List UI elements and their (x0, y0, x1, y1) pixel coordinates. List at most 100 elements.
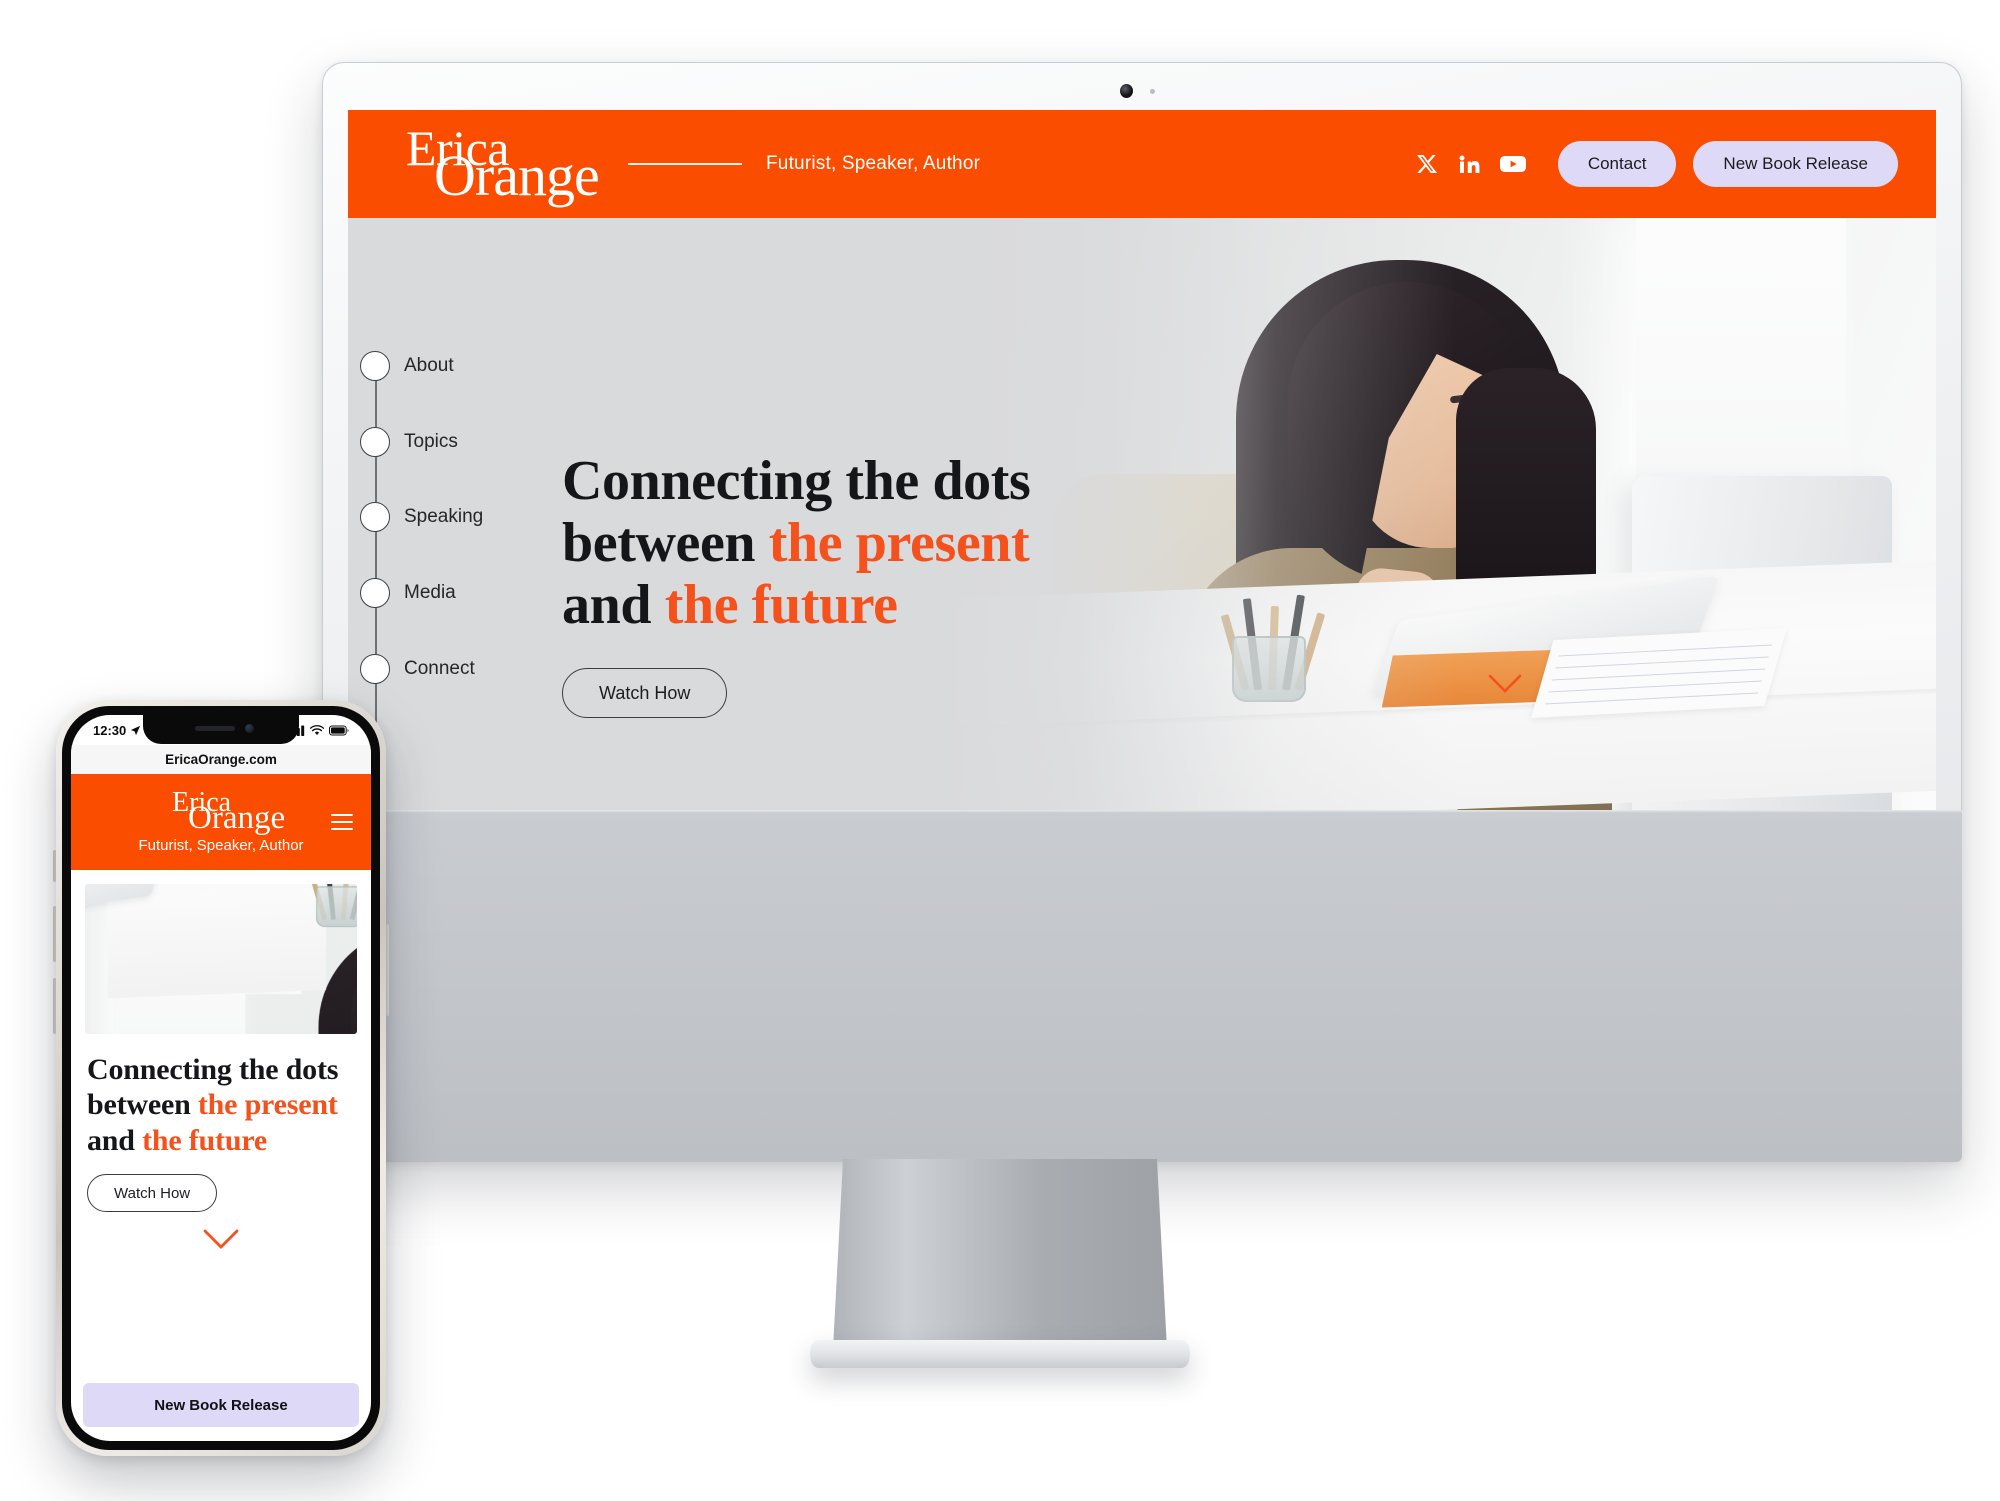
sidebar-item-media[interactable]: Media (360, 578, 456, 608)
photo-office-chair (1054, 474, 1374, 810)
contact-button[interactable]: Contact (1557, 141, 1677, 187)
site-logo[interactable]: Erica Orange (406, 123, 606, 208)
wifi-icon (310, 724, 324, 735)
sidebar-item-connect[interactable]: Connect (360, 654, 475, 684)
photo-pen (1282, 594, 1305, 691)
nav-label: Topics (404, 431, 458, 452)
mobile-page-title: Connecting the dots between the present … (87, 1052, 355, 1158)
photo-pencil-cup (1232, 636, 1306, 702)
photo-scene-mobile (85, 884, 357, 1034)
headline-line1: Connecting the dots (87, 1053, 339, 1086)
monitor-top-bezel (322, 62, 1962, 110)
photo-pencil-cup (316, 886, 357, 928)
hamburger-menu-icon[interactable] (331, 814, 353, 830)
desktop-monitor-mockup: Erica Orange Futurist, Speaker, Author C… (322, 62, 1962, 1162)
desktop-screen: Erica Orange Futurist, Speaker, Author C… (348, 110, 1936, 810)
scroll-down-chevron-icon[interactable] (1488, 674, 1522, 694)
headline-line2-plain: between (87, 1088, 198, 1122)
nav-dot-icon (360, 502, 390, 532)
headline-accent-present: the present (768, 512, 1030, 575)
chin-highlight (322, 810, 1962, 813)
site-header: Erica Orange Futurist, Speaker, Author C… (348, 110, 1936, 218)
hero-section: About Topics Speaking Media Connect Conn… (348, 218, 1936, 810)
monitor-stand-base (810, 1340, 1190, 1368)
nav-label: About (404, 355, 454, 376)
photo-shirt (1320, 603, 1478, 810)
photo-window (1636, 218, 1846, 758)
photo-face (1356, 336, 1526, 548)
photo-desk (936, 559, 1936, 810)
logo-word-orange: Orange (434, 143, 600, 208)
mobile-site-header: Erica Orange Futurist, Speaker, Author (71, 774, 371, 870)
photo-imac-display (1632, 476, 1892, 810)
social-links (1415, 152, 1527, 176)
photo-hair-front (1288, 282, 1528, 582)
headline-accent-present: the present (197, 1088, 338, 1122)
nav-dot-icon (360, 427, 390, 457)
browser-url-bar[interactable]: EricaOrange.com (71, 745, 371, 774)
sidebar-item-speaking[interactable]: Speaking (360, 502, 483, 532)
photo-pencil (1220, 613, 1250, 692)
mobile-hero-copy: Connecting the dots between the present … (71, 1034, 371, 1250)
headline-accent-future: the future (142, 1123, 268, 1157)
photo-keyboard (1372, 575, 1720, 697)
status-time-group: 12:30 (93, 723, 141, 738)
mobile-hero-photo (85, 884, 357, 1034)
photo-wall (936, 218, 1936, 810)
site-tagline: Futurist, Speaker, Author (766, 153, 981, 174)
nav-label: Speaking (404, 506, 484, 527)
monitor-stand-neck (833, 1159, 1167, 1349)
photo-pen (1242, 598, 1262, 691)
photo-mouth (1462, 481, 1502, 509)
photo-hair-side (1456, 368, 1596, 698)
youtube-icon[interactable] (1499, 153, 1527, 175)
nav-dot-icon (360, 351, 390, 381)
webcam-icon (1120, 84, 1133, 98)
nav-label: Connect (404, 658, 475, 679)
sidebar-item-topics[interactable]: Topics (360, 427, 458, 457)
photo-scene-desktop (936, 218, 1936, 810)
photo-hand (1335, 765, 1449, 810)
mobile-new-book-release-button[interactable]: New Book Release (83, 1383, 359, 1427)
status-clock: 12:30 (93, 722, 127, 738)
photo-blazer (1182, 548, 1612, 810)
photo-pencil (1294, 612, 1326, 692)
linkedin-icon[interactable] (1457, 152, 1481, 176)
photo-eye (1455, 412, 1487, 427)
phone-bezel: 12:30 EricaOrange.com Erica Orange Futur… (62, 706, 380, 1450)
section-nav-rail: About Topics Speaking Media Connect (348, 218, 648, 810)
phone-body: 12:30 EricaOrange.com Erica Orange Futur… (56, 700, 386, 1456)
nav-dot-icon (360, 654, 390, 684)
photo-desk-edge (936, 687, 1936, 735)
photo-eyebrow (1449, 391, 1493, 404)
photo-notepad (1531, 627, 1787, 719)
header-actions: Contact New Book Release (1415, 141, 1898, 187)
headline-accent-future: the future (664, 574, 898, 637)
photo-hair-back (1236, 260, 1566, 710)
x-twitter-icon[interactable] (1415, 152, 1439, 176)
headline-line3-plain: and (87, 1123, 143, 1157)
mobile-phone-mockup: 12:30 EricaOrange.com Erica Orange Futur… (53, 700, 389, 1456)
mobile-site-logo[interactable]: Erica Orange (166, 789, 285, 836)
battery-icon (329, 725, 349, 736)
status-indicator-icon (1150, 89, 1155, 94)
location-arrow-icon (131, 725, 141, 735)
front-camera-icon (245, 724, 254, 733)
nav-label: Media (404, 582, 456, 603)
phone-notch (143, 715, 299, 744)
new-book-release-button[interactable]: New Book Release (1693, 141, 1898, 187)
sidebar-item-about[interactable]: About (360, 351, 454, 381)
photo-desk (107, 884, 326, 999)
nav-dot-icon (360, 578, 390, 608)
mobile-scroll-down-chevron-icon[interactable] (87, 1228, 355, 1250)
logo-divider-rule (628, 163, 742, 165)
earpiece-speaker-icon (195, 726, 235, 731)
phone-screen: 12:30 EricaOrange.com Erica Orange Futur… (71, 715, 371, 1441)
mobile-watch-how-button[interactable]: Watch How (87, 1174, 218, 1213)
mobile-site-tagline: Futurist, Speaker, Author (138, 837, 304, 854)
hero-photo (936, 218, 1936, 810)
photo-pencil (1268, 605, 1279, 691)
logo-word-orange: Orange (188, 800, 286, 836)
photo-neck (1349, 565, 1443, 661)
monitor-chin (322, 810, 1962, 1162)
